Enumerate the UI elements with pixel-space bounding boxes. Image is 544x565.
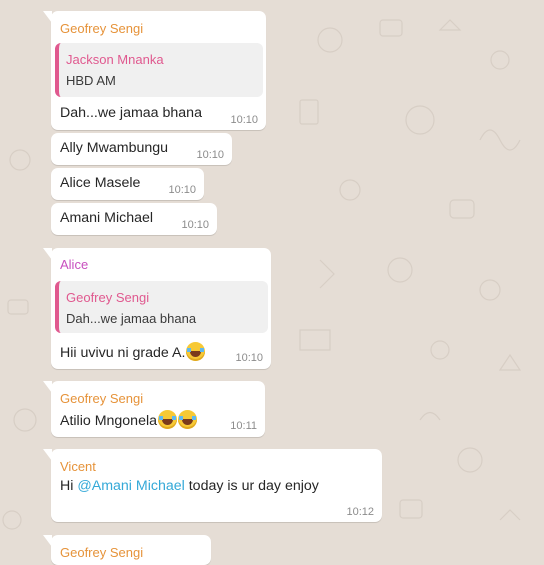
message-bubble[interactable]: Alice Masele 10:10 bbox=[51, 168, 204, 200]
bubble-tail bbox=[43, 11, 52, 23]
message-bubble[interactable]: Alice Geofrey Sengi Dah...we jamaa bhana… bbox=[43, 248, 271, 369]
message-text-suffix: today is ur day enjoy bbox=[184, 478, 319, 494]
message-text: Hi @Amani Michael today is ur day enjoy bbox=[60, 478, 319, 494]
message-bubble[interactable]: Vicent Hi @Amani Michael today is ur day… bbox=[43, 449, 382, 522]
message-time: 10:10 bbox=[181, 219, 209, 231]
laughing-tears-emoji-icon bbox=[158, 410, 178, 429]
quoted-sender: Jackson Mnanka bbox=[66, 52, 164, 67]
message-text: Atilio Mngonela bbox=[60, 410, 198, 429]
bubble-tail bbox=[43, 449, 52, 461]
message-bubble[interactable]: Ally Mwambungu 10:10 bbox=[51, 133, 232, 165]
message-text: Ally Mwambungu bbox=[60, 140, 169, 156]
message-text: Alice Masele bbox=[60, 175, 141, 191]
quoted-text: HBD AM bbox=[66, 73, 116, 88]
sender-name[interactable]: Vicent bbox=[60, 459, 96, 474]
message-time: 10:11 bbox=[230, 420, 257, 432]
message-text-content: Hii uvivu ni grade A. bbox=[60, 345, 186, 361]
quoted-sender: Geofrey Sengi bbox=[66, 290, 150, 305]
sender-name[interactable]: Geofrey Sengi bbox=[60, 391, 143, 406]
message-time: 10:10 bbox=[230, 114, 258, 126]
quoted-message[interactable]: Geofrey Sengi Dah...we jamaa bhana bbox=[55, 281, 268, 333]
sender-name[interactable]: Geofrey Sengi bbox=[60, 21, 143, 36]
message-bubble[interactable]: Geofrey Sengi Atilio Mngonela 10:11 bbox=[43, 381, 265, 437]
chat-messages[interactable]: Geofrey Sengi Jackson Mnanka HBD AM Dah.… bbox=[0, 0, 544, 565]
message-time: 10:10 bbox=[235, 352, 263, 364]
laughing-tears-emoji-icon bbox=[178, 410, 198, 429]
message-text-content: Atilio Mngonela bbox=[60, 413, 158, 429]
message-bubble[interactable]: Geofrey Sengi bbox=[43, 535, 211, 565]
sender-name[interactable]: Geofrey Sengi bbox=[60, 545, 143, 560]
message-text: Dah...we jamaa bhana bbox=[60, 105, 202, 121]
quoted-text: Dah...we jamaa bhana bbox=[66, 311, 197, 326]
message-bubble[interactable]: Geofrey Sengi Jackson Mnanka HBD AM Dah.… bbox=[43, 11, 266, 130]
bubble-tail bbox=[43, 535, 52, 547]
mention-link[interactable]: @Amani Michael bbox=[77, 478, 184, 494]
bubble-tail bbox=[43, 381, 52, 393]
message-text-prefix: Hi bbox=[60, 478, 78, 494]
quoted-message[interactable]: Jackson Mnanka HBD AM bbox=[55, 43, 263, 97]
message-bubble[interactable]: Amani Michael 10:10 bbox=[51, 203, 217, 235]
message-time: 10:10 bbox=[196, 149, 224, 161]
message-text: Amani Michael bbox=[60, 210, 154, 226]
message-text: Hii uvivu ni grade A. bbox=[60, 342, 206, 361]
message-time: 10:12 bbox=[346, 506, 374, 518]
sender-name[interactable]: Alice bbox=[60, 257, 88, 272]
message-time: 10:10 bbox=[168, 184, 196, 196]
laughing-tears-emoji-icon bbox=[186, 342, 206, 361]
bubble-tail bbox=[43, 248, 52, 260]
